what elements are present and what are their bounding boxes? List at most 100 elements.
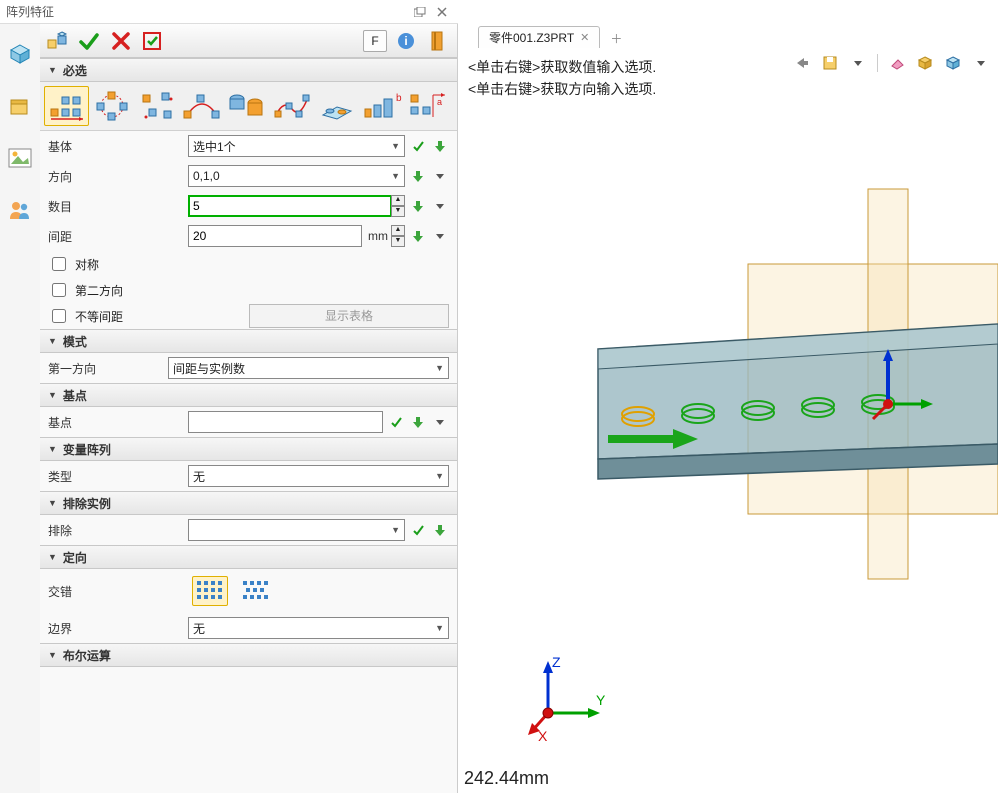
section-required[interactable]: ▼ 必选 [40, 58, 457, 82]
section-varpattern[interactable]: ▼ 变量阵列 [40, 437, 457, 461]
unequal-checkbox[interactable] [52, 309, 66, 323]
unequal-label: 不等间距 [75, 308, 123, 325]
vt-save-icon[interactable] [821, 54, 839, 72]
row-direction: 方向 0,1,0 ▼ [40, 161, 457, 191]
stagger-label: 交错 [48, 583, 188, 600]
info-icon[interactable]: i [393, 28, 419, 54]
section-exclude-label: 排除实例 [63, 495, 111, 512]
separator [877, 54, 878, 72]
canvas-3d[interactable]: Z Y X 242.44mm [458, 109, 998, 793]
dir-pick-icon[interactable] [409, 167, 427, 185]
section-basept[interactable]: ▼ 基点 [40, 383, 457, 407]
exclude-label: 排除 [48, 522, 188, 539]
book-icon[interactable] [425, 28, 451, 54]
row-second-dir: 第二方向 [40, 277, 457, 303]
symmetric-label: 对称 [75, 256, 99, 273]
spin-down-icon[interactable]: ▼ [391, 206, 405, 217]
axis-z-label: Z [552, 654, 561, 670]
pattern-linear-icon[interactable] [44, 86, 89, 126]
basept-input[interactable] [188, 411, 383, 433]
basept-menu-icon[interactable] [431, 413, 449, 431]
tab-close-icon[interactable]: ✕ [580, 31, 589, 44]
first-dir-select[interactable]: 间距与实例数 ▼ [168, 357, 449, 379]
pattern-table-icon[interactable] [224, 86, 269, 126]
row-basept: 基点 [40, 407, 457, 437]
pattern-curve-icon[interactable] [179, 86, 224, 126]
count-menu-icon[interactable] [431, 197, 449, 215]
vt-box2-menu-icon[interactable] [972, 54, 990, 72]
pattern-circular-icon[interactable] [89, 86, 134, 126]
rail-image-icon[interactable] [8, 146, 32, 170]
vt-box1-icon[interactable] [916, 54, 934, 72]
cancel-icon[interactable] [108, 28, 134, 54]
count-input[interactable] [188, 195, 392, 217]
file-tab[interactable]: 零件001.Z3PRT ✕ [478, 26, 600, 48]
rail-people-icon[interactable] [8, 198, 32, 222]
vt-box2-icon[interactable] [944, 54, 962, 72]
hint-line-2: <单击右键>获取方向输入选项. [468, 78, 988, 100]
base-arrow-icon[interactable] [431, 137, 449, 155]
spin-up-icon[interactable]: ▲ [391, 225, 405, 236]
pattern-sketch-icon[interactable]: a [404, 86, 449, 126]
vt-back-icon[interactable] [793, 54, 811, 72]
basept-pick-icon[interactable] [387, 413, 405, 431]
feature-icon [46, 29, 70, 53]
vt-save-menu-icon[interactable] [849, 54, 867, 72]
panel-scroll[interactable]: ▼ 必选 b a 基体 选中1个 ▼ [40, 58, 457, 793]
stagger-offset-icon[interactable] [238, 576, 274, 606]
section-basept-label: 基点 [63, 387, 87, 404]
basept-arrow-icon[interactable] [409, 413, 427, 431]
pattern-variable-icon[interactable]: b [359, 86, 404, 126]
collapse-icon: ▼ [48, 552, 57, 562]
f-button[interactable]: F [363, 30, 387, 52]
view-triad[interactable]: Z Y X [518, 653, 608, 743]
first-dir-label: 第一方向 [48, 360, 168, 377]
section-exclude[interactable]: ▼ 排除实例 [40, 491, 457, 515]
vt-eraser-icon[interactable] [888, 54, 906, 72]
base-pick-icon[interactable] [409, 137, 427, 155]
axis-y-label: Y [596, 692, 606, 708]
rail-cube-icon[interactable] [8, 42, 32, 66]
boundary-select[interactable]: 无 ▼ [188, 617, 449, 639]
section-required-label: 必选 [63, 62, 87, 79]
stagger-grid-icon[interactable] [192, 576, 228, 606]
section-varpattern-label: 变量阵列 [63, 441, 111, 458]
spin-down-icon[interactable]: ▼ [391, 236, 405, 247]
collapse-icon: ▼ [48, 444, 57, 454]
pattern-point-icon[interactable] [134, 86, 179, 126]
spin-up-icon[interactable]: ▲ [391, 195, 405, 206]
type-select[interactable]: 无 ▼ [188, 465, 449, 487]
panel-restore-icon[interactable] [410, 3, 430, 21]
spacing-menu-icon[interactable] [431, 227, 449, 245]
dropdown-icon: ▼ [391, 171, 400, 181]
count-spinner[interactable]: ▲▼ [391, 195, 405, 217]
tab-add-icon[interactable]: ＋ [606, 28, 626, 48]
exclude-select[interactable]: ▼ [188, 519, 405, 541]
dropdown-icon: ▼ [435, 623, 444, 633]
direction-select[interactable]: 0,1,0 ▼ [188, 165, 405, 187]
show-table-button: 显示表格 [249, 304, 449, 328]
dir-menu-icon[interactable] [431, 167, 449, 185]
spacing-arrow-icon[interactable] [409, 227, 427, 245]
exclude-pick-icon[interactable] [409, 521, 427, 539]
spacing-input[interactable] [188, 225, 362, 247]
base-select[interactable]: 选中1个 ▼ [188, 135, 405, 157]
pattern-face-icon[interactable] [314, 86, 359, 126]
apply-icon[interactable] [140, 28, 166, 54]
tabbar: 零件001.Z3PRT ✕ ＋ [458, 24, 998, 48]
section-mode[interactable]: ▼ 模式 [40, 329, 457, 353]
section-boolean[interactable]: ▼ 布尔运算 [40, 643, 457, 667]
symmetric-checkbox[interactable] [52, 257, 66, 271]
section-orient-label: 定向 [63, 549, 87, 566]
pattern-fill-icon[interactable] [269, 86, 314, 126]
count-arrow-icon[interactable] [409, 197, 427, 215]
rail-box-icon[interactable] [8, 94, 32, 118]
spacing-spinner[interactable]: ▲▼ [391, 225, 405, 247]
panel-close-icon[interactable] [432, 3, 452, 21]
dropdown-icon: ▼ [391, 141, 400, 151]
exclude-arrow-icon[interactable] [431, 521, 449, 539]
section-orient[interactable]: ▼ 定向 [40, 545, 457, 569]
panel-titlebar: 阵列特征 [0, 0, 458, 24]
second-dir-checkbox[interactable] [52, 283, 66, 297]
ok-icon[interactable] [76, 28, 102, 54]
